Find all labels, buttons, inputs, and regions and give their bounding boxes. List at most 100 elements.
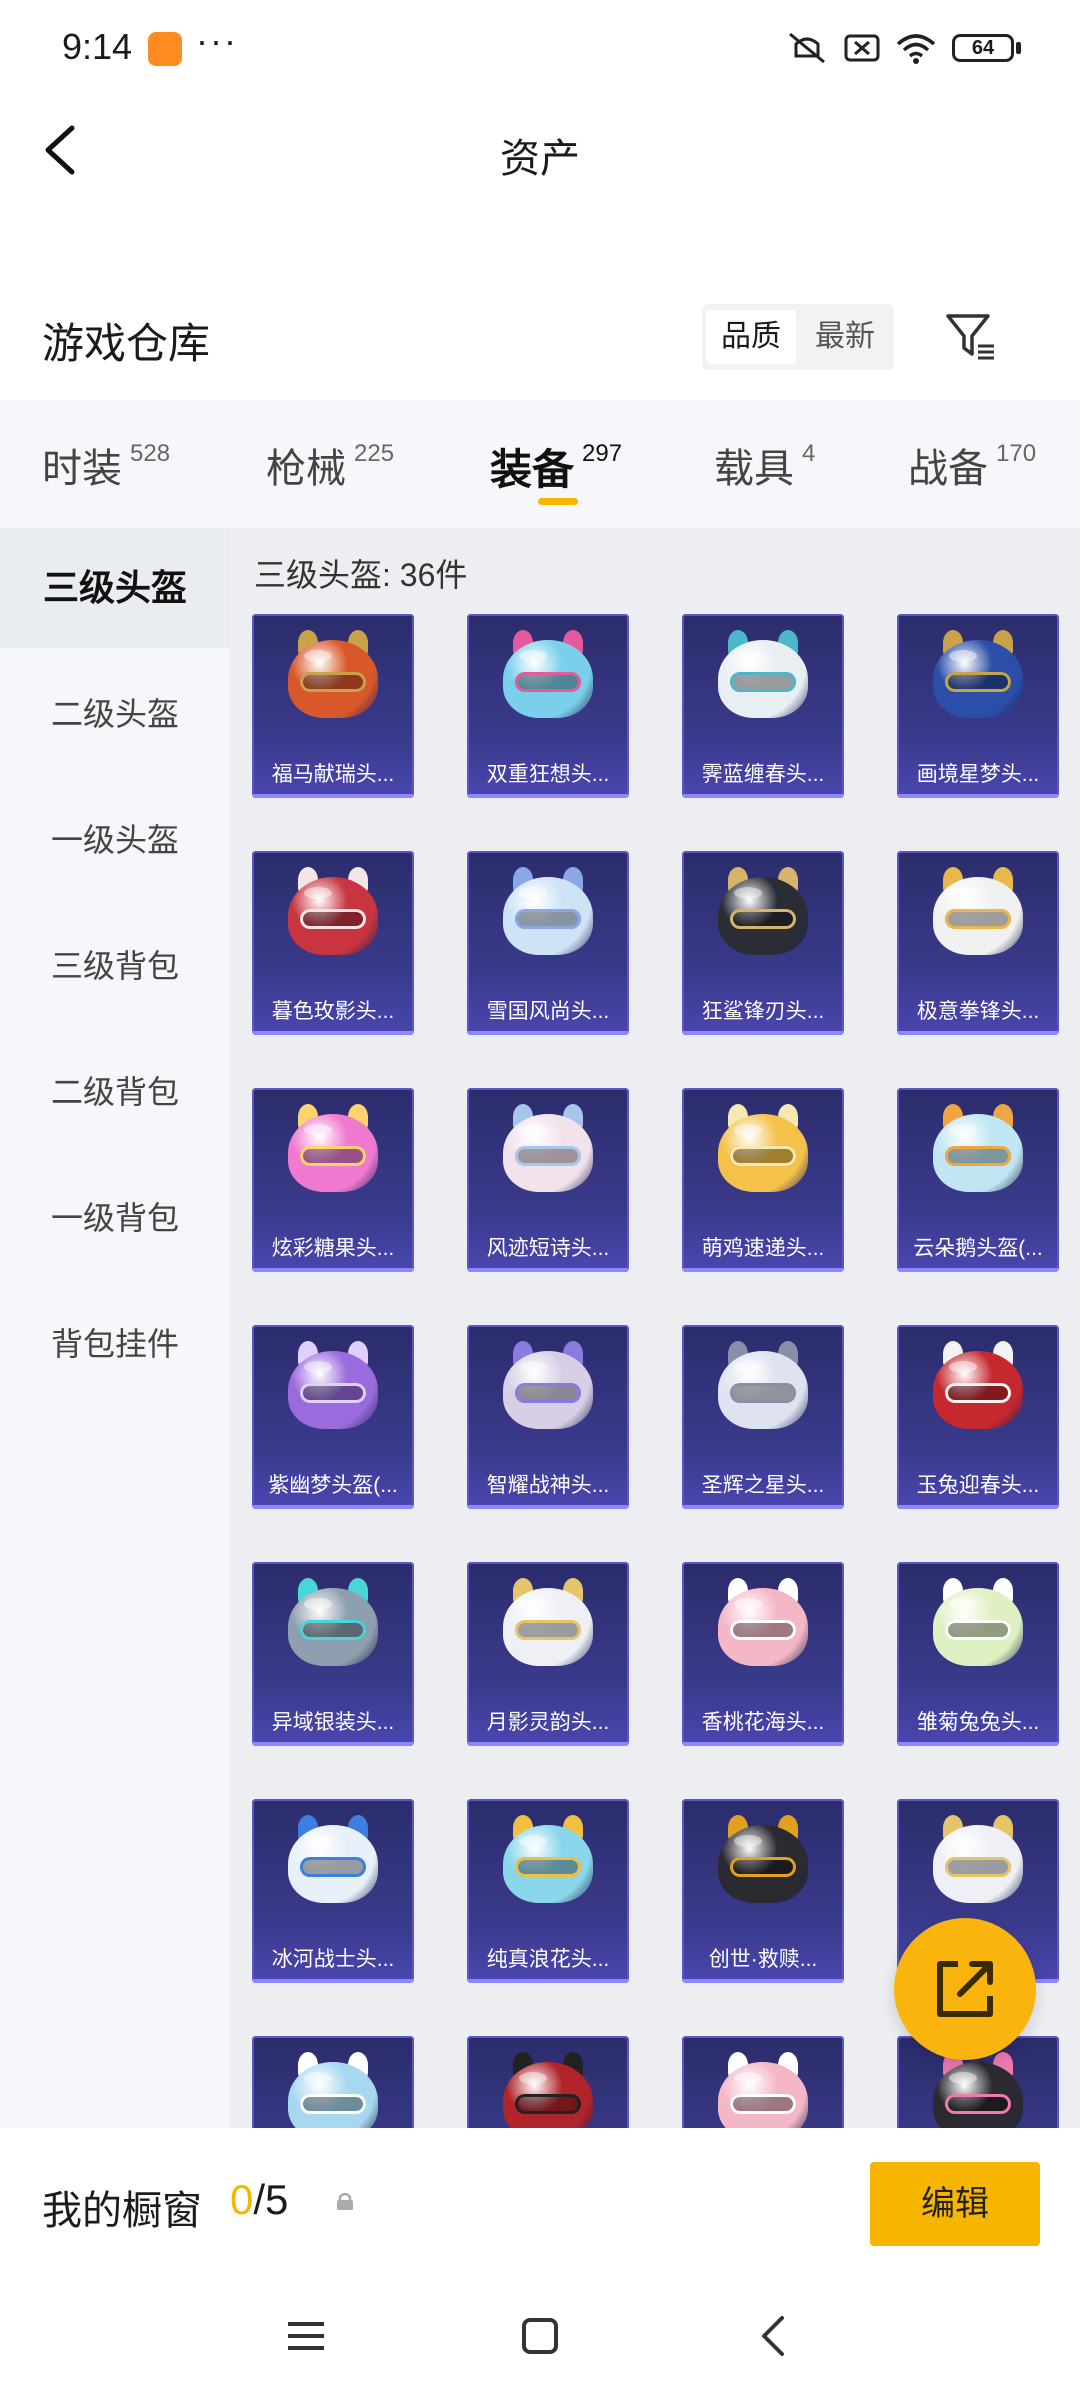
helmet-item-card[interactable]: 玉兔迎春头...: [897, 1325, 1059, 1509]
item-name: 暮色玫影头...: [271, 1000, 395, 1023]
tab-count: 528: [130, 440, 171, 467]
helmet-item-card[interactable]: 雪国风尚头...: [467, 851, 629, 1035]
helmet-item-card[interactable]: 冰河战士头...: [252, 1799, 414, 1983]
item-name: 纯真浪花头...: [486, 1948, 610, 1971]
helmet-image: [497, 1578, 599, 1680]
category-tabs: 时装 528 枪械 225 装备 297 载具 4 战备 170: [0, 400, 1080, 528]
tab-firearms[interactable]: 枪械 225: [266, 436, 394, 496]
helmet-item-card[interactable]: 双重狂想头...: [467, 614, 629, 798]
rarity-bar: [682, 1979, 844, 1983]
tab-label: 载具: [714, 447, 794, 491]
helmet-image: [712, 630, 814, 732]
showcase-bar: 我的橱窗 0/5 编辑: [0, 2128, 1080, 2278]
tab-gear[interactable]: 战备 170: [908, 436, 1036, 496]
item-name: 圣辉之星头...: [701, 1474, 825, 1497]
shopping-app-icon: [148, 32, 182, 66]
helmet-item-card[interactable]: 福马献瑞头...: [252, 614, 414, 798]
tab-fashion[interactable]: 时装 528: [42, 436, 170, 496]
edit-button[interactable]: 编辑: [870, 2162, 1040, 2246]
sidebar-item-level1-helmet[interactable]: 一级头盔: [0, 780, 230, 900]
item-name: 紫幽梦头盔(...: [268, 1474, 398, 1497]
sidebar-item-level3-helmet[interactable]: 三级头盔: [0, 528, 230, 648]
helmet-item-card[interactable]: 萌鸡速递头...: [682, 1088, 844, 1272]
helmet-item-card[interactable]: 狂鲨锋刃头...: [682, 851, 844, 1035]
sidebar-item-level3-backpack[interactable]: 三级背包: [0, 906, 230, 1026]
sort-quality-button[interactable]: 品质: [706, 310, 796, 364]
helmet-item-card[interactable]: 暮色玫影头...: [252, 851, 414, 1035]
tab-count: 170: [996, 440, 1037, 467]
rarity-bar: [467, 1979, 629, 1983]
helmet-item-card[interactable]: 智耀战神头...: [467, 1325, 629, 1509]
helmet-item-card[interactable]: 纯真浪花头...: [467, 1799, 629, 1983]
warehouse-title: 游戏仓库: [42, 320, 211, 367]
menu-icon[interactable]: [276, 2306, 336, 2366]
item-name: 萌鸡速递头...: [701, 1237, 825, 1260]
helmet-image: [282, 1815, 384, 1917]
item-name: 画境星梦头...: [916, 763, 1040, 786]
tab-vehicles[interactable]: 载具 4: [714, 436, 815, 496]
subcategory-sidebar: 三级头盔 二级头盔 一级头盔 三级背包 二级背包 一级背包 背包挂件: [0, 528, 230, 2128]
back-nav-icon[interactable]: [746, 2306, 806, 2366]
helmet-image: [497, 1341, 599, 1443]
item-name: 月影灵韵头...: [486, 1711, 610, 1734]
mute-vibrate-icon: [789, 32, 825, 64]
helmet-item-card[interactable]: 异域银装头...: [252, 1562, 414, 1746]
item-name: 双重狂想头...: [486, 763, 610, 786]
item-name: 玉兔迎春头...: [916, 1474, 1040, 1497]
helmet-image: [282, 1578, 384, 1680]
sort-toggle: 品质 最新: [702, 304, 894, 370]
rarity-bar: [467, 1031, 629, 1035]
helmet-image: [927, 1815, 1029, 1917]
helmet-item-card[interactable]: 圣辉之星头...: [682, 1325, 844, 1509]
tab-equipment[interactable]: 装备 297: [490, 436, 622, 496]
helmet-item-card[interactable]: 霁蓝缠春头...: [682, 614, 844, 798]
helmet-item-card[interactable]: 雏菊兔兔头...: [897, 1562, 1059, 1746]
wifi-icon: [896, 34, 936, 64]
sort-newest-button[interactable]: 最新: [800, 310, 890, 364]
rarity-bar: [897, 1742, 1059, 1746]
page-title: 资产: [500, 137, 580, 181]
helmet-item-card[interactable]: 风迹短诗头...: [467, 1088, 629, 1272]
system-nav-bar: [0, 2278, 1080, 2400]
sidebar-item-level2-helmet[interactable]: 二级头盔: [0, 654, 230, 774]
helmet-item-card[interactable]: 画境星梦头...: [897, 614, 1059, 798]
rarity-bar: [682, 1742, 844, 1746]
filter-icon[interactable]: [942, 308, 998, 364]
showcase-total: /5: [253, 2176, 289, 2223]
item-name: 狂鲨锋刃头...: [701, 1000, 825, 1023]
helmet-item-card[interactable]: 月影灵韵头...: [467, 1562, 629, 1746]
helmet-image: [282, 630, 384, 732]
helmet-image: [927, 1578, 1029, 1680]
sidebar-item-level2-backpack[interactable]: 二级背包: [0, 1032, 230, 1152]
active-tab-indicator: [538, 498, 578, 505]
helmet-image: [497, 630, 599, 732]
lock-icon: [337, 2192, 353, 2210]
rarity-bar: [252, 1742, 414, 1746]
helmet-item-card[interactable]: 炫彩糖果头...: [252, 1088, 414, 1272]
rarity-bar: [467, 1505, 629, 1509]
helmet-image: [927, 867, 1029, 969]
share-button[interactable]: [894, 1918, 1036, 2060]
helmet-image: [282, 1341, 384, 1443]
helmet-image: [712, 1104, 814, 1206]
item-name: 风迹短诗头...: [486, 1237, 610, 1260]
sidebar-item-level1-backpack[interactable]: 一级背包: [0, 1158, 230, 1278]
home-icon[interactable]: [510, 2306, 570, 2366]
helmet-item-card[interactable]: 云朵鹅头盔(...: [897, 1088, 1059, 1272]
helmet-image: [282, 1104, 384, 1206]
helmet-item-card[interactable]: 创世·救赎...: [682, 1799, 844, 1983]
rarity-bar: [897, 1505, 1059, 1509]
rarity-bar: [252, 1979, 414, 1983]
rarity-bar: [252, 1505, 414, 1509]
item-name: 霁蓝缠春头...: [701, 763, 825, 786]
rarity-bar: [897, 794, 1059, 798]
tab-count: 4: [802, 440, 816, 467]
helmet-item-card[interactable]: 香桃花海头...: [682, 1562, 844, 1746]
share-out-icon: [937, 1961, 993, 2017]
helmet-item-card[interactable]: 极意拳锋头...: [897, 851, 1059, 1035]
helmet-image: [712, 1341, 814, 1443]
showcase-count: 0/5: [230, 2176, 288, 2224]
rarity-bar: [897, 1268, 1059, 1272]
sidebar-item-backpack-charm[interactable]: 背包挂件: [0, 1284, 230, 1404]
helmet-item-card[interactable]: 紫幽梦头盔(...: [252, 1325, 414, 1509]
